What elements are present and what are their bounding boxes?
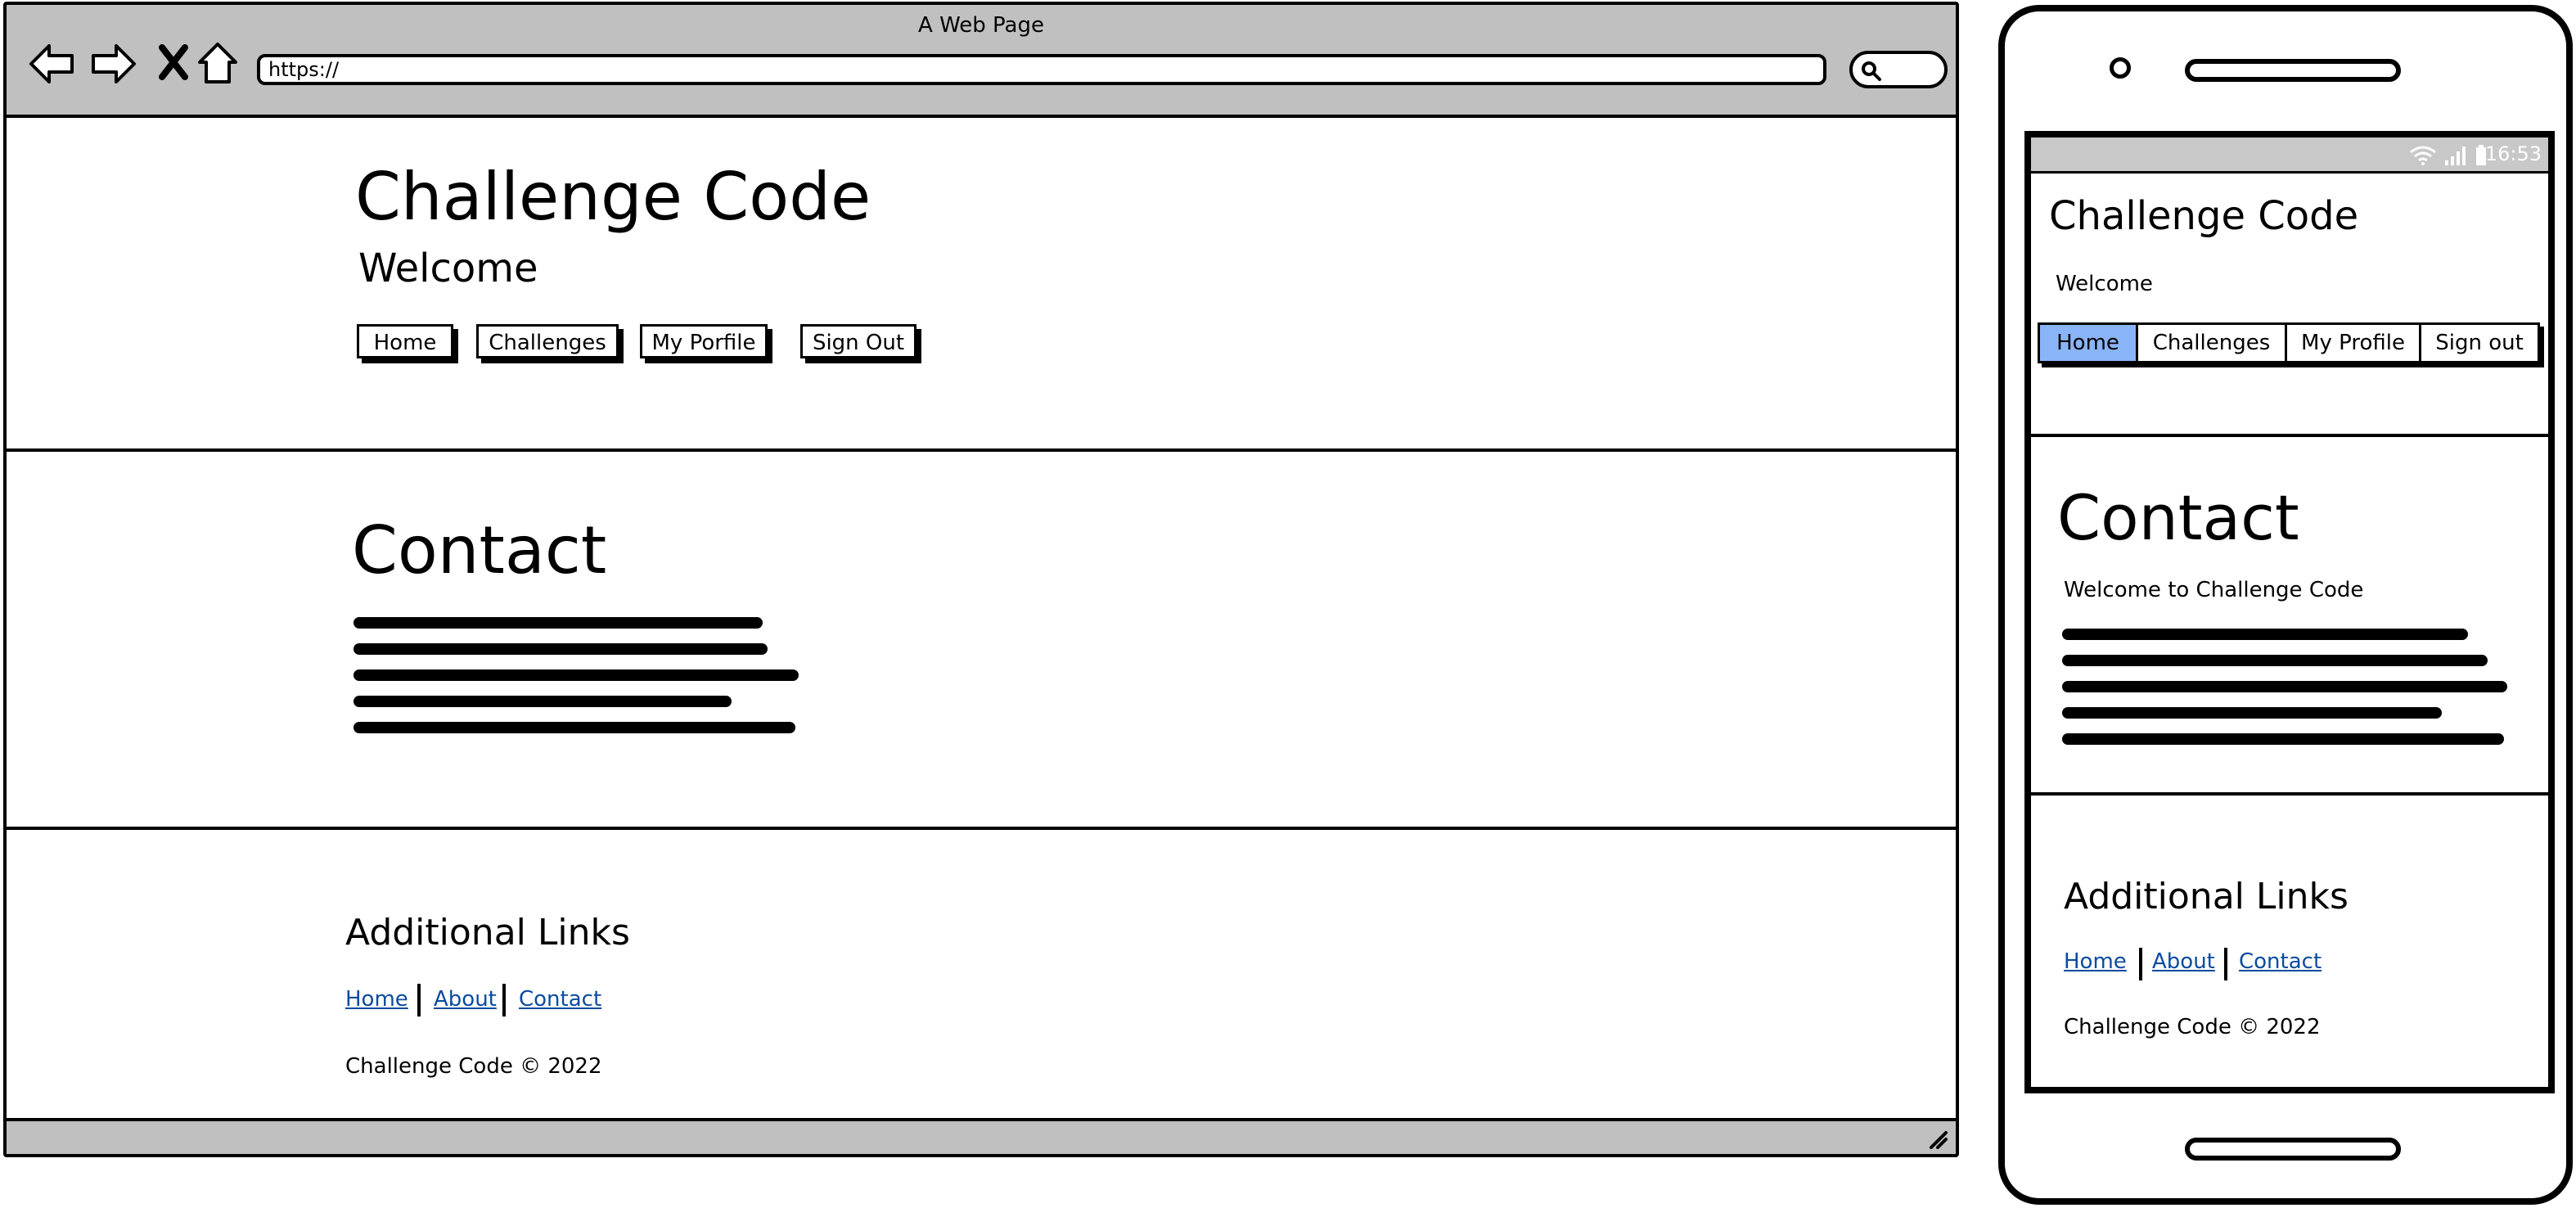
- footer-copyright: Challenge Code © 2022: [345, 1054, 602, 1079]
- section-divider: [2031, 792, 2548, 796]
- browser-window: A Web Page https:// Challenge Code Welco…: [3, 2, 1959, 1157]
- phone-footer-copyright: Challenge Code © 2022: [2064, 1015, 2321, 1039]
- footer-link-about[interactable]: About: [434, 987, 497, 1012]
- phone-tab-bar: Home Challenges My Profile Sign out: [2038, 322, 2540, 363]
- tab-challenges[interactable]: Challenges: [2138, 325, 2287, 361]
- search-icon: [1862, 61, 1881, 81]
- site-title: Challenge Code: [355, 159, 871, 235]
- phone-contact-heading: Contact: [2057, 481, 2299, 554]
- phone-footer-link-contact[interactable]: Contact: [2239, 949, 2322, 974]
- nav-home-button[interactable]: Home: [357, 324, 453, 358]
- wifi-icon: [2410, 146, 2436, 165]
- phone-subtitle: Welcome: [2056, 272, 2153, 296]
- nav-challenges-button[interactable]: Challenges: [476, 324, 619, 358]
- camera-icon: [2110, 57, 2131, 79]
- tab-sign-out[interactable]: Sign out: [2421, 325, 2538, 361]
- window-title: A Web Page: [918, 13, 1044, 38]
- speaker-grille: [2185, 59, 2401, 82]
- tab-my-profile[interactable]: My Profile: [2287, 325, 2421, 361]
- phone-contact-intro: Welcome to Challenge Code: [2064, 578, 2364, 602]
- home-icon[interactable]: [193, 39, 242, 88]
- home-button-bar[interactable]: [2185, 1138, 2401, 1161]
- link-separator: [2139, 948, 2142, 980]
- section-divider: [7, 448, 1956, 452]
- browser-statusbar: [7, 1118, 1956, 1154]
- phone-status-bar: 16:53: [2031, 137, 2548, 174]
- phone-screen: 16:53 Challenge Code Welcome Home Challe…: [2024, 131, 2555, 1093]
- link-separator: [502, 984, 506, 1016]
- footer-link-home[interactable]: Home: [345, 987, 408, 1012]
- browser-titlebar: A Web Page https://: [7, 5, 1956, 118]
- footer-link-contact[interactable]: Contact: [519, 987, 601, 1012]
- nav-signout-button[interactable]: Sign Out: [800, 324, 916, 358]
- close-x-icon[interactable]: [151, 39, 200, 88]
- phone-frame: 16:53 Challenge Code Welcome Home Challe…: [1998, 5, 2573, 1205]
- contact-heading: Contact: [352, 512, 607, 588]
- browser-search-field[interactable]: [1849, 51, 1948, 88]
- resize-grip-icon[interactable]: [1925, 1126, 1949, 1151]
- status-time: 16:53: [2484, 142, 2542, 165]
- back-arrow-icon[interactable]: [28, 39, 77, 88]
- section-divider: [7, 827, 1956, 830]
- url-input[interactable]: https://: [257, 54, 1826, 85]
- tab-home[interactable]: Home: [2040, 325, 2138, 361]
- signal-icon: [2445, 146, 2466, 165]
- forward-arrow-icon[interactable]: [88, 39, 137, 88]
- link-separator: [417, 984, 421, 1016]
- phone-footer-link-about[interactable]: About: [2152, 949, 2215, 974]
- footer-heading: Additional Links: [345, 912, 630, 953]
- phone-footer-heading: Additional Links: [2064, 876, 2349, 917]
- section-divider: [2031, 434, 2548, 437]
- nav-profile-button[interactable]: My Porfile: [640, 324, 768, 358]
- link-separator: [2224, 948, 2227, 980]
- phone-footer-link-home[interactable]: Home: [2064, 949, 2127, 974]
- phone-site-title: Challenge Code: [2049, 193, 2359, 239]
- site-subtitle: Welcome: [358, 246, 538, 291]
